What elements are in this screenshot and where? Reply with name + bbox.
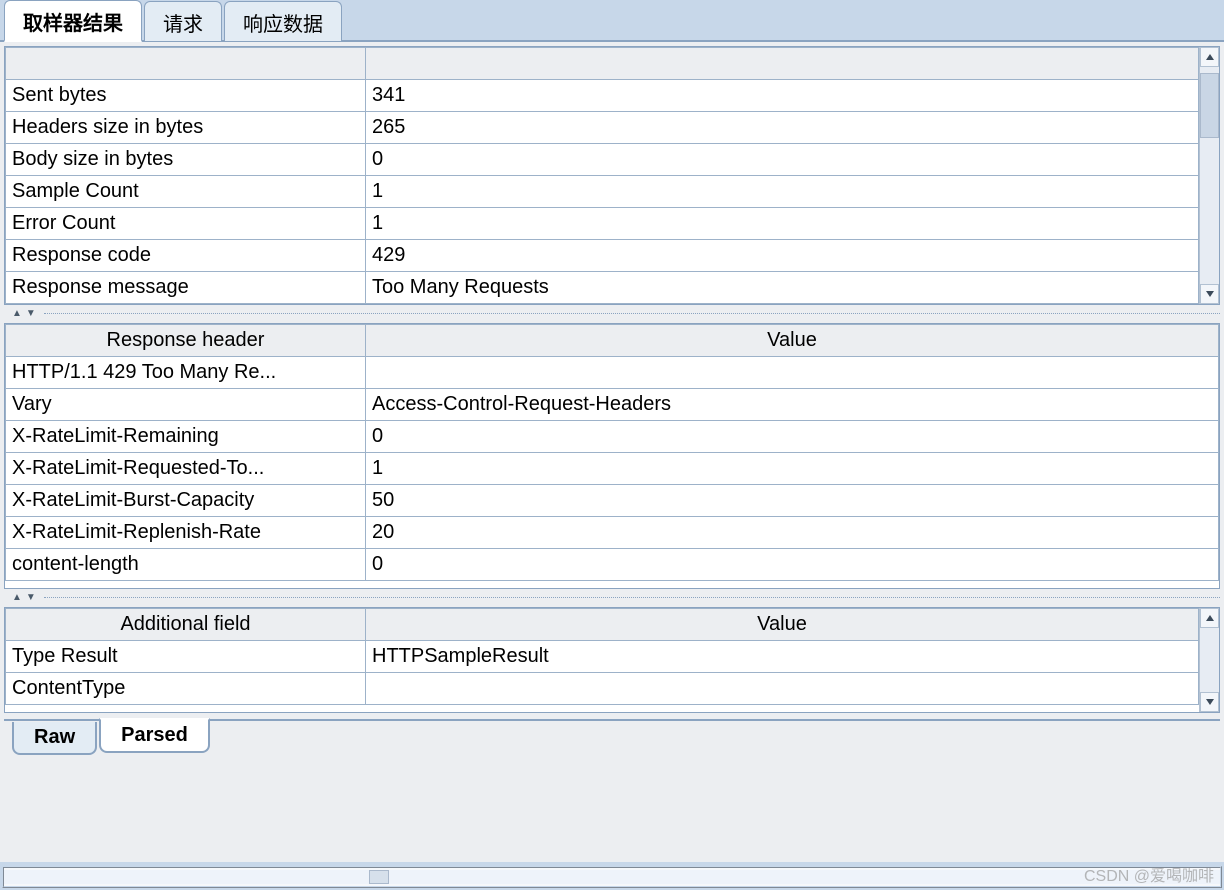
cell-value: 341 (366, 80, 1199, 112)
cell-key: HTTP/1.1 429 Too Many Re... (6, 357, 366, 389)
cell-value: 429 (366, 240, 1199, 272)
tab-raw[interactable]: Raw (12, 722, 97, 755)
cell-key: X-RateLimit-Burst-Capacity (6, 485, 366, 517)
table-row[interactable]: Headers size in bytes265 (6, 112, 1199, 144)
cell-value (366, 673, 1199, 705)
additional-scrollbar[interactable] (1199, 608, 1219, 712)
cell-key: X-RateLimit-Remaining (6, 421, 366, 453)
table-row[interactable]: Body size in bytes0 (6, 144, 1199, 176)
splitter-2[interactable]: ▲ ▼ (4, 593, 1220, 603)
hscroll-splitter-handle[interactable] (369, 870, 389, 884)
cell-value (366, 357, 1219, 389)
cell-value: HTTPSampleResult (366, 641, 1199, 673)
cell-value: 1 (366, 208, 1199, 240)
scroll-up-icon[interactable] (1200, 608, 1219, 628)
triangle-up-icon: ▲ (12, 309, 22, 319)
additional-field-pane: Additional field Value Type ResultHTTPSa… (4, 607, 1220, 713)
table-row[interactable]: content-length0 (6, 549, 1219, 581)
scroll-down-icon[interactable] (1200, 692, 1219, 712)
table-row[interactable]: HTTP/1.1 429 Too Many Re... (6, 357, 1219, 389)
cell-value: 1 (366, 176, 1199, 208)
cell-key: Sent bytes (6, 80, 366, 112)
table-row[interactable]: Sample Count1 (6, 176, 1199, 208)
tab-response-data[interactable]: 响应数据 (224, 1, 342, 41)
tab-parsed[interactable]: Parsed (99, 718, 210, 753)
additional-col-value[interactable]: Value (366, 609, 1199, 641)
scroll-down-icon[interactable] (1200, 284, 1219, 304)
cell-value: 1 (366, 453, 1219, 485)
triangle-up-icon: ▲ (12, 593, 22, 603)
tab-sampler-result[interactable]: 取样器结果 (4, 0, 142, 42)
cell-key: Vary (6, 389, 366, 421)
cell-key: X-RateLimit-Requested-To... (6, 453, 366, 485)
table-row[interactable]: ContentType (6, 673, 1199, 705)
cell-value: 0 (366, 549, 1219, 581)
table-row[interactable]: Response code429 (6, 240, 1199, 272)
cell-key: Response message (6, 272, 366, 304)
response-header-col-value[interactable]: Value (366, 325, 1219, 357)
response-header-pane: Response header Value HTTP/1.1 429 Too M… (4, 323, 1220, 589)
cell-value: 0 (366, 421, 1219, 453)
cell-value: 20 (366, 517, 1219, 549)
sampler-col-key[interactable] (6, 48, 366, 80)
table-row[interactable]: VaryAccess-Control-Request-Headers (6, 389, 1219, 421)
sampler-col-value[interactable] (366, 48, 1199, 80)
sampler-scrollbar[interactable] (1199, 47, 1219, 304)
table-row[interactable]: X-RateLimit-Remaining0 (6, 421, 1219, 453)
cell-key: ContentType (6, 673, 366, 705)
cell-key: Sample Count (6, 176, 366, 208)
cell-key: Error Count (6, 208, 366, 240)
cell-value: 50 (366, 485, 1219, 517)
response-header-table: Response header Value HTTP/1.1 429 Too M… (5, 324, 1219, 581)
additional-col-name[interactable]: Additional field (6, 609, 366, 641)
cell-key: Body size in bytes (6, 144, 366, 176)
cell-value: Too Many Requests (366, 272, 1199, 304)
cell-key: Headers size in bytes (6, 112, 366, 144)
table-row[interactable]: Error Count1 (6, 208, 1199, 240)
additional-field-table: Additional field Value Type ResultHTTPSa… (5, 608, 1199, 705)
top-tab-bar: 取样器结果 请求 响应数据 (0, 0, 1224, 42)
horizontal-scrollbar[interactable] (2, 866, 1222, 888)
table-row[interactable]: Sent bytes341 (6, 80, 1199, 112)
cell-value: 265 (366, 112, 1199, 144)
cell-key: X-RateLimit-Replenish-Rate (6, 517, 366, 549)
cell-key: content-length (6, 549, 366, 581)
cell-key: Response code (6, 240, 366, 272)
scroll-thumb[interactable] (1200, 73, 1219, 138)
cell-key: Type Result (6, 641, 366, 673)
scroll-track[interactable] (1200, 628, 1219, 692)
table-row[interactable]: Response messageToo Many Requests (6, 272, 1199, 304)
splitter-1[interactable]: ▲ ▼ (4, 309, 1220, 319)
scroll-track[interactable] (1200, 67, 1219, 284)
table-row[interactable]: X-RateLimit-Replenish-Rate20 (6, 517, 1219, 549)
sampler-fields-table: Sent bytes341 Headers size in bytes265 B… (5, 47, 1199, 304)
triangle-down-icon: ▼ (26, 593, 36, 603)
cell-value: Access-Control-Request-Headers (366, 389, 1219, 421)
cell-value: 0 (366, 144, 1199, 176)
table-row[interactable]: Type ResultHTTPSampleResult (6, 641, 1199, 673)
bottom-tab-bar: Raw Parsed (4, 719, 1220, 755)
table-row[interactable]: X-RateLimit-Requested-To...1 (6, 453, 1219, 485)
table-row[interactable]: X-RateLimit-Burst-Capacity50 (6, 485, 1219, 517)
triangle-down-icon: ▼ (26, 309, 36, 319)
sampler-fields-pane: Sent bytes341 Headers size in bytes265 B… (4, 46, 1220, 305)
tab-request[interactable]: 请求 (144, 1, 222, 41)
response-header-col-name[interactable]: Response header (6, 325, 366, 357)
scroll-up-icon[interactable] (1200, 47, 1219, 67)
